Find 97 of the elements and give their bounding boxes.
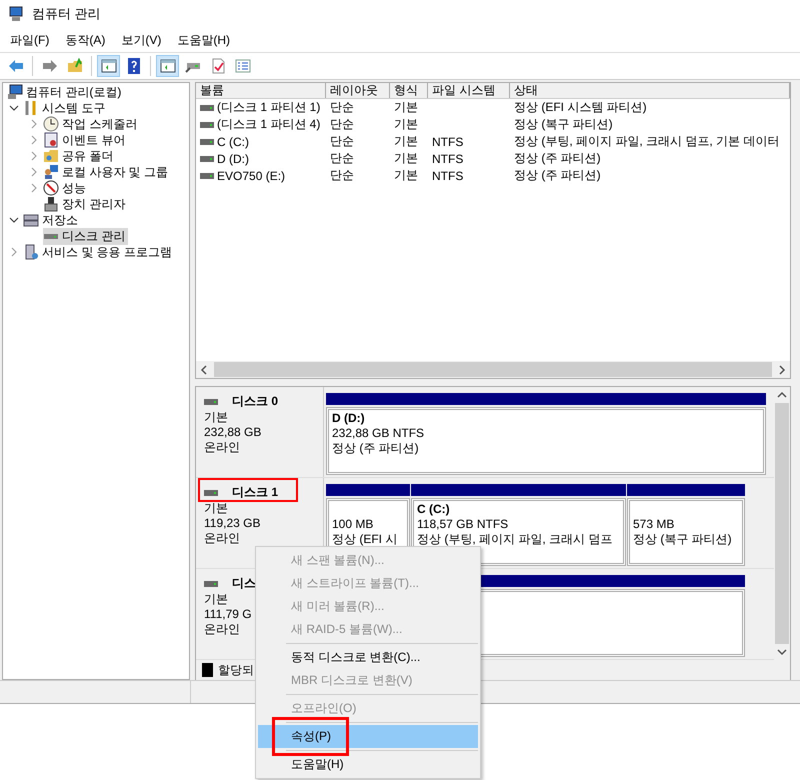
disk-name[interactable]: 디스크 0 bbox=[232, 393, 278, 410]
table-cell: EVO750 (E:) bbox=[217, 168, 286, 182]
pane-button[interactable] bbox=[97, 55, 120, 77]
disk-type: 기본 bbox=[204, 501, 228, 516]
disk-name[interactable]: 디스 bbox=[232, 575, 256, 592]
list-icon bbox=[234, 58, 250, 74]
folder-icon bbox=[66, 58, 82, 74]
pane-icon bbox=[100, 58, 116, 74]
table-cell: 기본 bbox=[394, 167, 418, 184]
server-icon bbox=[23, 244, 39, 260]
device-icon bbox=[43, 196, 59, 212]
table-cell: 단순 bbox=[330, 150, 354, 167]
disk-type: 기본 bbox=[204, 410, 228, 425]
computer-icon bbox=[7, 84, 23, 100]
tree-item[interactable]: 디스크 관리 bbox=[62, 228, 126, 244]
tree-item[interactable]: 성능 bbox=[62, 180, 86, 196]
window-title: 컴퓨터 관리 bbox=[32, 5, 101, 23]
table-cell: 단순 bbox=[330, 99, 354, 116]
table-cell: D (D:) bbox=[217, 152, 249, 166]
table-cell: 정상 (EFI 시스템 파티션) bbox=[514, 99, 647, 116]
table-cell: NTFS bbox=[432, 168, 464, 182]
table-cell: 기본 bbox=[394, 133, 418, 150]
tree-item[interactable]: 장치 관리자 bbox=[62, 196, 126, 212]
column-header[interactable]: 볼륨 bbox=[196, 83, 326, 98]
drive-icon bbox=[204, 580, 218, 586]
table-cell: NTFS bbox=[432, 134, 464, 148]
back-icon bbox=[8, 58, 24, 74]
horizontal-scrollbar[interactable] bbox=[196, 361, 790, 378]
drive-icon bbox=[200, 172, 214, 178]
tree-item[interactable]: 로컬 사용자 및 그룹 bbox=[62, 164, 168, 180]
table-cell: 정상 (주 파티션) bbox=[514, 167, 601, 184]
menu-item[interactable]: 파일(F) bbox=[4, 30, 56, 50]
table-cell: 정상 (복구 파티션) bbox=[514, 116, 613, 133]
chevron-down-icon[interactable] bbox=[9, 215, 19, 225]
tree-item[interactable]: 서비스 및 응용 프로그램 bbox=[42, 244, 172, 260]
drive-icon bbox=[200, 156, 214, 162]
storage-icon bbox=[23, 212, 39, 228]
chevron-right-icon[interactable] bbox=[29, 183, 39, 193]
tree-item-highlight[interactable]: 디스크 관리 bbox=[43, 228, 128, 244]
table-cell: C (C:) bbox=[217, 134, 249, 148]
help-icon bbox=[126, 58, 142, 74]
disk-size: 119,23 GB bbox=[204, 516, 260, 531]
tree-item[interactable]: 컴퓨터 관리(로컬) bbox=[26, 84, 122, 100]
tree-item[interactable]: 저장소 bbox=[42, 212, 78, 228]
chevron-right-icon[interactable] bbox=[29, 151, 39, 161]
table-cell: 정상 (부팅, 페이지 파일, 크래시 덤프, 기본 데이터 bbox=[514, 133, 780, 150]
pane-button[interactable] bbox=[156, 55, 179, 77]
column-header[interactable]: 형식 bbox=[390, 83, 428, 98]
pane-icon bbox=[160, 58, 176, 74]
table-cell: 단순 bbox=[330, 133, 354, 150]
disk-type: 기본 bbox=[204, 592, 228, 607]
table-cell: 기본 bbox=[394, 116, 418, 133]
tree-item[interactable]: 이벤트 뷰어 bbox=[62, 132, 126, 148]
disk-name[interactable]: 디스크 1 bbox=[232, 484, 278, 501]
table-cell: (디스크 1 파티션 4) bbox=[217, 116, 320, 133]
menu-item[interactable]: 도움말(H) bbox=[171, 30, 236, 50]
table-cell: NTFS bbox=[432, 152, 464, 166]
legend-label: 할당되 bbox=[218, 662, 254, 678]
menu-item[interactable]: 도움말(H) bbox=[258, 753, 478, 776]
disk-status: 온라인 bbox=[204, 531, 240, 546]
drive-icon bbox=[204, 490, 218, 496]
table-cell: 단순 bbox=[330, 116, 354, 133]
drive-icon bbox=[204, 398, 218, 404]
document-icon bbox=[210, 58, 226, 74]
log-icon bbox=[43, 132, 59, 148]
clock-icon bbox=[43, 116, 59, 132]
tree-item[interactable]: 시스템 도구 bbox=[42, 100, 106, 116]
menu-item[interactable]: 속성(P) bbox=[258, 725, 478, 748]
column-header[interactable]: 레이아웃 bbox=[326, 83, 390, 98]
table-cell: 단순 bbox=[330, 167, 354, 184]
table-cell: 기본 bbox=[394, 99, 418, 116]
column-header[interactable]: 파일 시스템 bbox=[428, 83, 510, 98]
tree-item[interactable]: 작업 스케줄러 bbox=[62, 116, 138, 132]
drive-icon bbox=[200, 104, 214, 110]
forward-icon bbox=[42, 58, 58, 74]
chevron-right-icon[interactable] bbox=[9, 247, 19, 257]
chevron-right-icon[interactable] bbox=[29, 167, 39, 177]
table-cell: 기본 bbox=[394, 150, 418, 167]
tree-item[interactable]: 공유 폴더 bbox=[62, 148, 114, 164]
users-icon bbox=[43, 164, 59, 180]
chevron-right-icon[interactable] bbox=[29, 135, 39, 145]
chevron-right-icon[interactable] bbox=[29, 119, 39, 129]
drive-icon bbox=[200, 122, 214, 128]
disk-size: 232,88 GB bbox=[204, 425, 262, 440]
drive-icon bbox=[200, 138, 214, 144]
column-header[interactable]: 상태 bbox=[510, 83, 790, 98]
table-cell: 정상 (주 파티션) bbox=[514, 150, 601, 167]
menu-item[interactable]: 동적 디스크로 변환(C)... bbox=[258, 646, 478, 669]
menu-item[interactable]: 보기(V) bbox=[115, 30, 168, 50]
menu-item[interactable]: 동작(A) bbox=[59, 30, 112, 50]
folder-icon bbox=[43, 148, 59, 164]
disk-status: 온라인 bbox=[204, 622, 240, 637]
table-cell: (디스크 1 파티션 1) bbox=[217, 99, 320, 116]
chevron-down-icon[interactable] bbox=[9, 103, 19, 113]
disk-status: 온라인 bbox=[204, 440, 240, 455]
disk-size: 111,79 G bbox=[204, 607, 252, 622]
computer-icon bbox=[8, 6, 24, 22]
